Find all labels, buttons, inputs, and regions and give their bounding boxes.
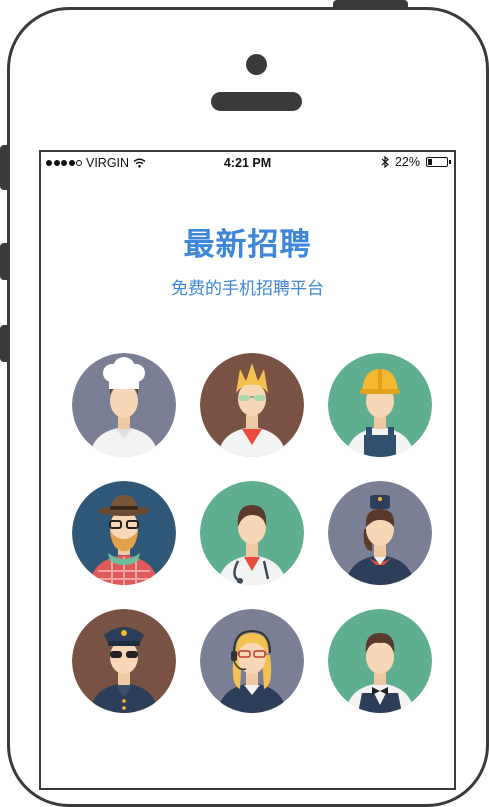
front-camera: [246, 54, 267, 75]
avatar-chef[interactable]: [72, 353, 176, 457]
volume-up-button: [0, 243, 9, 280]
avatar-construction-worker[interactable]: [328, 353, 432, 457]
phone-screen: VIRGIN 4:21 PM 22% 最新招聘 免费的手机招聘平台: [39, 150, 456, 790]
power-button: [333, 0, 408, 9]
page-subtitle: 免费的手机招聘平台: [171, 279, 324, 299]
volume-down-button: [0, 325, 9, 362]
status-bar: VIRGIN 4:21 PM 22%: [41, 152, 454, 174]
avatar-police-officer[interactable]: [72, 609, 176, 713]
avatar-doctor[interactable]: [200, 481, 304, 585]
mute-switch: [0, 145, 9, 190]
avatar-flight-attendant[interactable]: [328, 481, 432, 585]
battery-icon: [426, 157, 451, 167]
page-title: 最新招聘: [183, 227, 312, 263]
avatar-waiter[interactable]: [328, 609, 432, 713]
earpiece-speaker: [211, 92, 302, 111]
avatar-scientist[interactable]: [200, 353, 304, 457]
avatar-hipster[interactable]: [72, 481, 176, 585]
avatar-call-center-operator[interactable]: [200, 609, 304, 713]
battery-percent: 22%: [394, 155, 420, 169]
bluetooth-icon: [381, 156, 389, 168]
